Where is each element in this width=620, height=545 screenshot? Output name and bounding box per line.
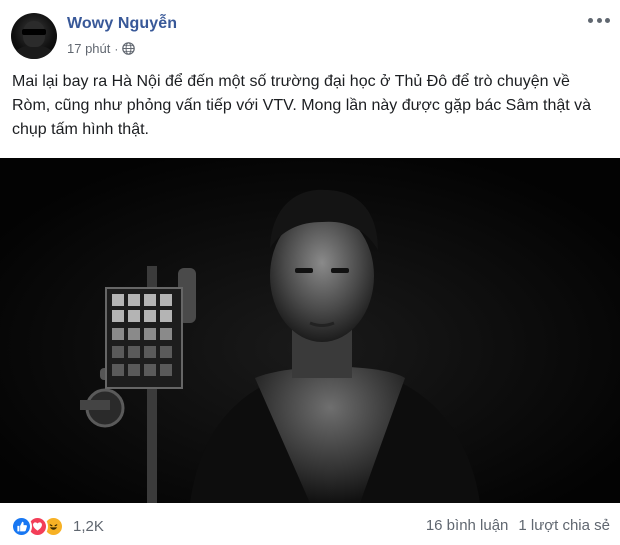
globe-icon[interactable]: [122, 42, 136, 55]
post-photo[interactable]: [0, 158, 620, 503]
facebook-post: Wowy Nguyễn 17 phút · Mai lại bay ra Hà …: [0, 0, 620, 545]
avatar-glasses: [22, 29, 46, 35]
post-text: Mai lại bay ra Hà Nội để đến một số trườ…: [12, 73, 592, 138]
engagement-stats: 16 bình luận 1 lượt chia sẻ: [426, 517, 610, 534]
color-checker-chart: [105, 287, 183, 389]
post-footer: 1,2K 16 bình luận 1 lượt chia sẻ: [0, 503, 620, 545]
more-dot: [596, 17, 602, 23]
avatar-shoulders: [15, 45, 53, 59]
photo-illustration: [0, 158, 620, 503]
like-icon: [11, 516, 32, 537]
reactions-summary[interactable]: 1,2K: [11, 516, 104, 537]
comments-link[interactable]: 16 bình luận: [426, 517, 509, 534]
more-dot: [588, 17, 593, 23]
post-meta: 17 phút ·: [67, 41, 136, 56]
more-options-icon[interactable]: [588, 13, 610, 27]
reaction-count: 1,2K: [73, 518, 104, 535]
post-timestamp[interactable]: 17 phút: [67, 41, 110, 56]
meta-separator: ·: [114, 41, 119, 56]
shares-link[interactable]: 1 lượt chia sẻ: [518, 517, 610, 534]
post-header: Wowy Nguyễn 17 phút ·: [0, 0, 620, 62]
more-dot: [605, 17, 610, 23]
author-name[interactable]: Wowy Nguyễn: [67, 15, 177, 33]
author-avatar[interactable]: [11, 13, 57, 59]
